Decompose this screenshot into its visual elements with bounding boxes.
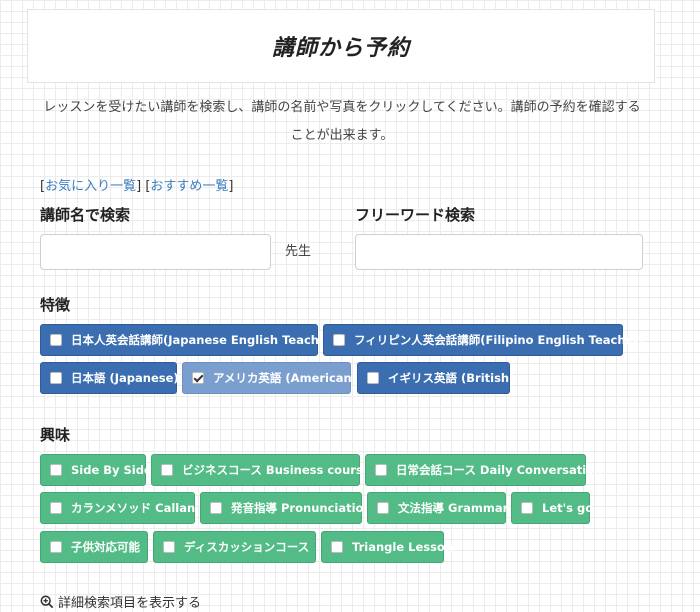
checkbox-checked[interactable] — [192, 372, 204, 384]
interest-chip-label: ディスカッションコース — [184, 540, 310, 554]
freeword-search-label: フリーワード検索 — [355, 206, 476, 224]
teacher-suffix: 先生 — [285, 244, 312, 259]
features-label: 特徴 — [40, 296, 71, 314]
interest-chip-label: Let's go — [542, 501, 594, 515]
checkbox[interactable] — [50, 372, 62, 384]
interests-label: 興味 — [40, 426, 71, 444]
interest-chip-grammar[interactable]: 文法指導 Grammar — [367, 492, 509, 524]
checkbox[interactable] — [161, 464, 173, 476]
checkbox[interactable] — [521, 502, 533, 514]
page-title-box: 講師から予約 — [27, 9, 655, 83]
checkbox[interactable] — [50, 541, 62, 553]
interest-chip-label: カランメソッド Callan — [71, 501, 196, 515]
page-title: 講師から予約 — [271, 36, 410, 61]
checkbox[interactable] — [375, 464, 387, 476]
checkbox[interactable] — [333, 334, 345, 346]
checkbox[interactable] — [50, 502, 62, 514]
interest-chip-lets-go[interactable]: Let's go — [511, 492, 594, 524]
interest-chip-side-by-side[interactable]: Side By Side — [40, 454, 152, 486]
feature-chip-label: フィリピン人英会話講師(Filipino English Teacher) — [354, 333, 645, 347]
interest-chip-label: 文法指導 Grammar — [398, 501, 509, 515]
interest-chip-label: Side By Side — [71, 463, 152, 477]
checkbox[interactable] — [50, 464, 62, 476]
feature-chip-label: 日本人英会話講師(Japanese English Teacher) — [71, 333, 338, 347]
interest-chip-kids[interactable]: 子供対応可能 — [40, 531, 148, 563]
interest-chip-pronunciation[interactable]: 発音指導 Pronunciation — [200, 492, 372, 524]
checkbox[interactable] — [210, 502, 222, 514]
feature-chip-japanese[interactable]: 日本語 (Japanese) — [40, 362, 179, 394]
checkbox[interactable] — [377, 502, 389, 514]
teacher-name-input[interactable] — [40, 234, 271, 270]
checkbox[interactable] — [163, 541, 175, 553]
intro-text: レッスンを受けたい講師を検索し、講師の名前や写真をクリックしてください。講師の予… — [43, 100, 641, 143]
interest-chip-business[interactable]: ビジネスコース Business course — [151, 454, 371, 486]
checkbox[interactable] — [367, 372, 379, 384]
feature-chip-japanese-teacher[interactable]: 日本人英会話講師(Japanese English Teacher) — [40, 324, 338, 356]
interest-chip-callan[interactable]: カランメソッド Callan — [40, 492, 195, 524]
interest-chip-discussion[interactable]: ディスカッションコース — [153, 531, 316, 563]
feature-chip-american[interactable]: アメリカ英語 (American) — [182, 362, 357, 394]
interest-chip-label: Triangle Lesson — [352, 540, 454, 554]
interest-chip-label: 子供対応可能 — [71, 540, 140, 554]
feature-chip-label: 日本語 (Japanese) — [71, 371, 179, 385]
freeword-input[interactable] — [355, 234, 643, 270]
show-advanced-search-label: 詳細検索項目を表示する — [58, 596, 202, 611]
recommended-link[interactable]: おすすめ一覧 — [150, 179, 228, 194]
interest-chip-daily-conversation[interactable]: 日常会話コース Daily Conversation — [365, 454, 602, 486]
checkbox[interactable] — [331, 541, 343, 553]
checkbox[interactable] — [50, 334, 62, 346]
feature-chip-filipino-teacher[interactable]: フィリピン人英会話講師(Filipino English Teacher) — [323, 324, 644, 356]
teacher-name-search-label: 講師名で検索 — [40, 206, 131, 224]
zoom-in-icon — [40, 595, 54, 608]
feature-chip-british[interactable]: イギリス英語 (British) — [357, 362, 514, 394]
feature-chip-label: アメリカ英語 (American) — [213, 371, 357, 385]
interest-chip-label: 発音指導 Pronunciation — [231, 501, 372, 515]
show-advanced-search-link[interactable]: 詳細検索項目を表示する — [40, 592, 201, 611]
interest-chip-triangle[interactable]: Triangle Lesson — [321, 531, 453, 563]
favorites-link[interactable]: お気に入り一覧 — [45, 179, 136, 194]
feature-chip-label: イギリス英語 (British) — [388, 371, 515, 385]
interest-chip-label: ビジネスコース Business course — [182, 463, 371, 477]
list-links: [お気に入り一覧] [おすすめ一覧] — [40, 179, 234, 194]
interest-chip-label: 日常会話コース Daily Conversation — [396, 463, 603, 477]
